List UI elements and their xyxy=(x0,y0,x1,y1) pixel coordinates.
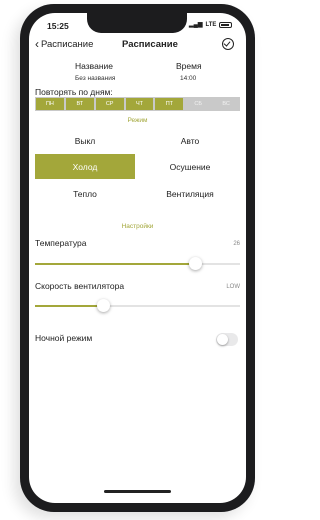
back-button-label: Расписание xyxy=(41,39,94,50)
mode-option[interactable]: Выкл xyxy=(35,128,135,153)
mode-option[interactable]: Тепло xyxy=(35,181,135,206)
notch xyxy=(87,13,187,33)
temperature-value: 26 xyxy=(233,241,240,247)
day-toggle[interactable]: ВС xyxy=(212,97,240,111)
app-screen: 15:25 ▂▄▆ LTE ‹ Расписание Расписание На… xyxy=(29,13,246,503)
night-mode-toggle-knob xyxy=(217,334,228,345)
status-indicators: ▂▄▆ LTE xyxy=(189,21,233,28)
navigation-bar: ‹ Расписание Расписание xyxy=(29,36,246,55)
fan-speed-slider-thumb[interactable] xyxy=(96,299,110,312)
night-mode-toggle[interactable] xyxy=(216,333,238,346)
fan-speed-slider[interactable] xyxy=(35,299,240,312)
fan-speed-value: LOW xyxy=(226,284,240,290)
day-selector: ПН ВТ СР ЧТ ПТ СБ ВС xyxy=(35,97,240,111)
phone-frame: 15:25 ▂▄▆ LTE ‹ Расписание Расписание На… xyxy=(20,4,255,512)
day-toggle[interactable]: ЧТ xyxy=(125,98,154,110)
temperature-slider[interactable] xyxy=(35,257,240,270)
status-time: 15:25 xyxy=(47,21,69,31)
settings-section-title: Настройки xyxy=(121,223,154,230)
day-toggle[interactable]: СР xyxy=(95,98,124,110)
temperature-slider-fill xyxy=(35,263,195,265)
network-type: LTE xyxy=(205,21,217,28)
mode-option[interactable]: Вентиляция xyxy=(140,181,240,206)
day-toggle[interactable]: СБ xyxy=(184,97,212,111)
temperature-slider-thumb[interactable] xyxy=(188,257,202,270)
repeat-days-label: Повторять по дням: xyxy=(35,87,113,97)
time-value[interactable]: 14:00 xyxy=(180,75,196,82)
check-circle-icon[interactable] xyxy=(222,38,234,50)
temperature-label: Температура xyxy=(35,238,87,248)
name-label: Название xyxy=(75,61,113,71)
day-toggle[interactable]: ВТ xyxy=(65,98,94,110)
day-toggle[interactable]: ПТ xyxy=(155,98,184,110)
name-value[interactable]: Без названия xyxy=(75,75,115,82)
mode-option[interactable]: Холод xyxy=(35,154,135,179)
chevron-left-icon: ‹ xyxy=(35,36,39,51)
home-indicator[interactable] xyxy=(104,490,171,493)
page-title: Расписание xyxy=(122,39,178,50)
mode-section-title: Режим xyxy=(127,117,148,124)
night-mode-label: Ночной режим xyxy=(35,333,93,343)
mode-option[interactable]: Авто xyxy=(140,128,240,153)
mode-option[interactable]: Осушение xyxy=(140,154,240,179)
day-toggle[interactable]: ПН xyxy=(36,98,64,110)
time-label: Время xyxy=(176,61,202,71)
fan-speed-slider-fill xyxy=(35,305,103,307)
fan-speed-label: Скорость вентилятора xyxy=(35,281,125,291)
back-button[interactable]: ‹ Расписание xyxy=(35,36,94,51)
battery-icon xyxy=(219,21,233,28)
signal-icon: ▂▄▆ xyxy=(189,22,203,28)
